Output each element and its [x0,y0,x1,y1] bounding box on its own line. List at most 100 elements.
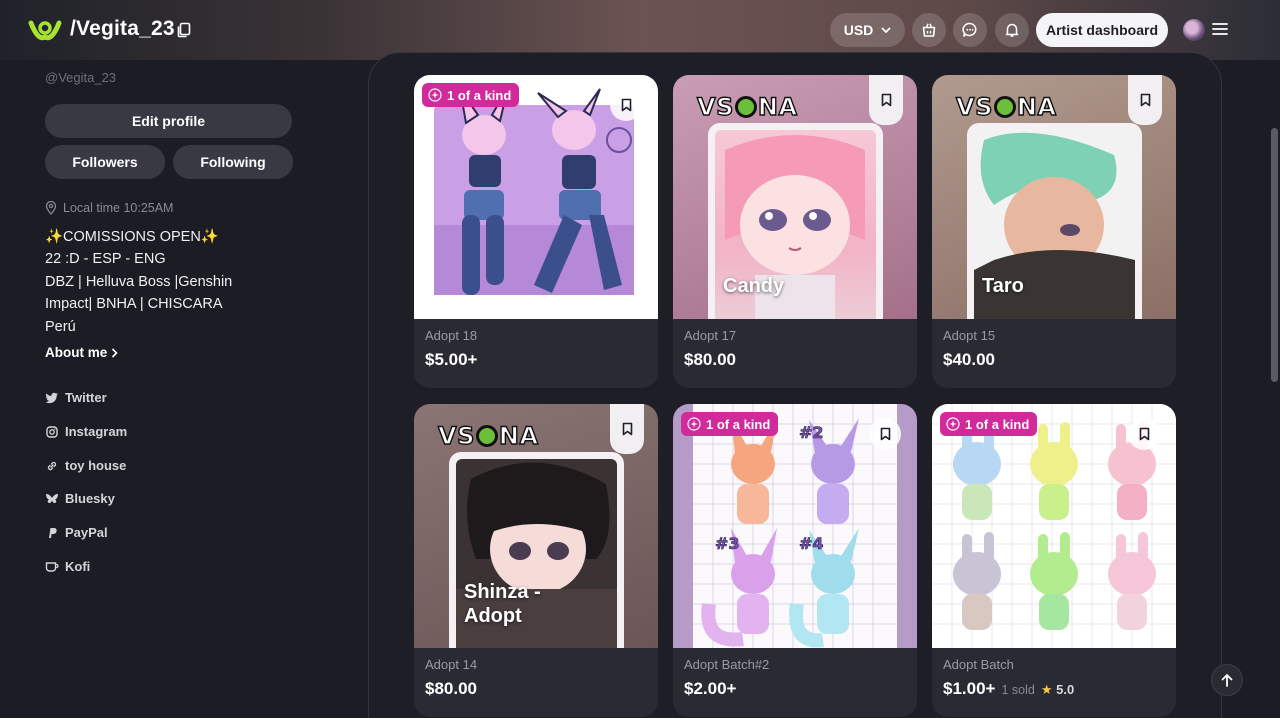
one-of-a-kind-badge: 1 of a kind [681,412,779,436]
bookmark-icon [622,422,632,436]
vsona-logo: VS NA [696,92,798,121]
kofi-icon [45,562,59,572]
star-icon: ★ [1040,682,1053,697]
price-value: $40.00 [943,350,995,369]
listing-card[interactable]: VS NA Candy Adopt 17 $80.00 [673,75,917,388]
listing-title: Adopt 18 [425,328,478,343]
social-label: Bluesky [65,491,115,506]
social-link-toy-house[interactable]: toy house [45,458,126,473]
bookmark-icon [880,427,890,441]
character-name: Shinza - Adopt [464,581,541,627]
bookmark-icon [621,98,631,112]
edit-profile-button[interactable]: Edit profile [45,104,292,138]
twitter-icon [45,392,58,403]
svg-text:#4: #4 [799,534,824,553]
messages-button[interactable] [953,13,987,47]
instagram-icon [46,425,58,438]
bluesky-icon [46,493,58,503]
bookmark-button[interactable] [610,404,644,454]
top-bar: /Vegita_23 USD Artist dashboard [0,0,1280,60]
followers-button[interactable]: Followers [45,145,165,179]
character-name: Candy [723,275,785,297]
social-link-bluesky[interactable]: Bluesky [45,491,115,506]
link-icon [47,461,57,470]
one-of-a-kind-badge: 1 of a kind [940,412,1038,436]
social-link-paypal[interactable]: PayPal [45,525,108,540]
about-me-link[interactable]: About me [45,345,118,360]
badge-label: 1 of a kind [706,416,771,432]
social-label: Kofi [65,559,91,574]
listing-card[interactable]: VS NA Shinza - Adopt Adopt 14 $80.00 [414,404,658,717]
sparkle-icon [946,417,960,431]
listing-price: $2.00+ [684,679,736,699]
vsona-o-glyph [475,425,498,447]
bookmark-button[interactable] [869,75,903,125]
sparkle-icon [687,417,701,431]
bio-line: DBZ | Helluva Boss |Genshin [45,274,233,290]
social-link-kofi[interactable]: Kofi [45,559,90,574]
vsona-o-glyph [993,96,1016,118]
social-link-twitter[interactable]: Twitter [45,390,107,405]
scrollbar-thumb[interactable] [1271,128,1278,382]
about-me-label: About me [45,345,108,360]
shop-handle[interactable]: /Vegita_23 [70,17,175,41]
listing-price: $5.00+ [425,350,477,370]
scroll-to-top-button[interactable] [1211,664,1243,696]
bookmark-button[interactable] [1128,418,1160,450]
bio-line: Perú [45,319,76,335]
profile-handle: @Vegita_23 [45,70,117,85]
rating: ★ 5.0 [1041,682,1074,698]
paypal-icon [49,527,57,538]
chevron-right-icon [112,347,118,358]
local-time: Local time 10:25AM [45,201,173,215]
local-time-text: Local time 10:25AM [63,201,174,215]
chevron-down-icon [881,27,891,33]
listing-price: $80.00 [425,679,477,699]
bookmark-button[interactable] [869,418,901,450]
social-label: Twitter [65,390,107,405]
hamburger-menu-icon[interactable] [1212,22,1228,36]
artist-dashboard-button[interactable]: Artist dashboard [1036,13,1168,47]
listing-card[interactable]: 1 of a kind Adopt 18 $5.00+ [414,75,658,388]
listing-price: $40.00 [943,350,995,370]
social-label: PayPal [65,525,108,540]
page-scrollbar[interactable] [1268,60,1280,718]
listing-title: Adopt 17 [684,328,737,343]
sparkle-icon [428,88,442,102]
social-label: toy house [65,458,127,473]
arrow-up-icon [1221,674,1233,687]
bookmark-icon [1139,427,1149,441]
user-avatar[interactable] [1183,19,1205,41]
listing-card[interactable]: 1 of a kind Adopt Batch $1.00+ 1 sold ★ … [932,404,1176,717]
badge-label: 1 of a kind [965,416,1030,432]
svg-text:#3: #3 [715,534,740,553]
listing-card[interactable]: #2 #3 #4 1 of a kind Adopt Batch#2 $2.00… [673,404,917,717]
bell-icon [1005,23,1019,37]
bookmark-button[interactable] [610,89,642,121]
sold-count: 1 sold [1001,683,1035,697]
rating-value: 5.0 [1056,682,1075,697]
vsona-logo: VS NA [437,421,539,450]
bio-line: ✨COMISSIONS OPEN✨ [45,229,219,245]
bookmark-icon [881,93,891,107]
social-label: Instagram [65,424,128,439]
notifications-button[interactable] [995,13,1029,47]
location-pin-icon [45,201,57,215]
price-value: $1.00+ [943,679,996,698]
bookmark-button[interactable] [1128,75,1162,125]
listing-card[interactable]: VS NA Taro Adopt 15 $40.00 [932,75,1176,388]
following-button[interactable]: Following [173,145,293,179]
price-value: $2.00+ [684,679,737,698]
listing-title: Adopt Batch#2 [684,657,770,672]
chat-icon [962,22,977,37]
logo-icon[interactable] [28,15,62,45]
social-link-instagram[interactable]: Instagram [45,424,127,439]
one-of-a-kind-badge: 1 of a kind [422,83,520,107]
price-value: $80.00 [425,679,477,698]
shopping-bag-icon [922,23,936,37]
bookmark-icon [1140,93,1150,107]
currency-select[interactable]: USD [830,13,905,47]
cart-button[interactable] [912,13,946,47]
currency-label: USD [843,22,874,38]
copy-icon[interactable] [176,22,192,38]
